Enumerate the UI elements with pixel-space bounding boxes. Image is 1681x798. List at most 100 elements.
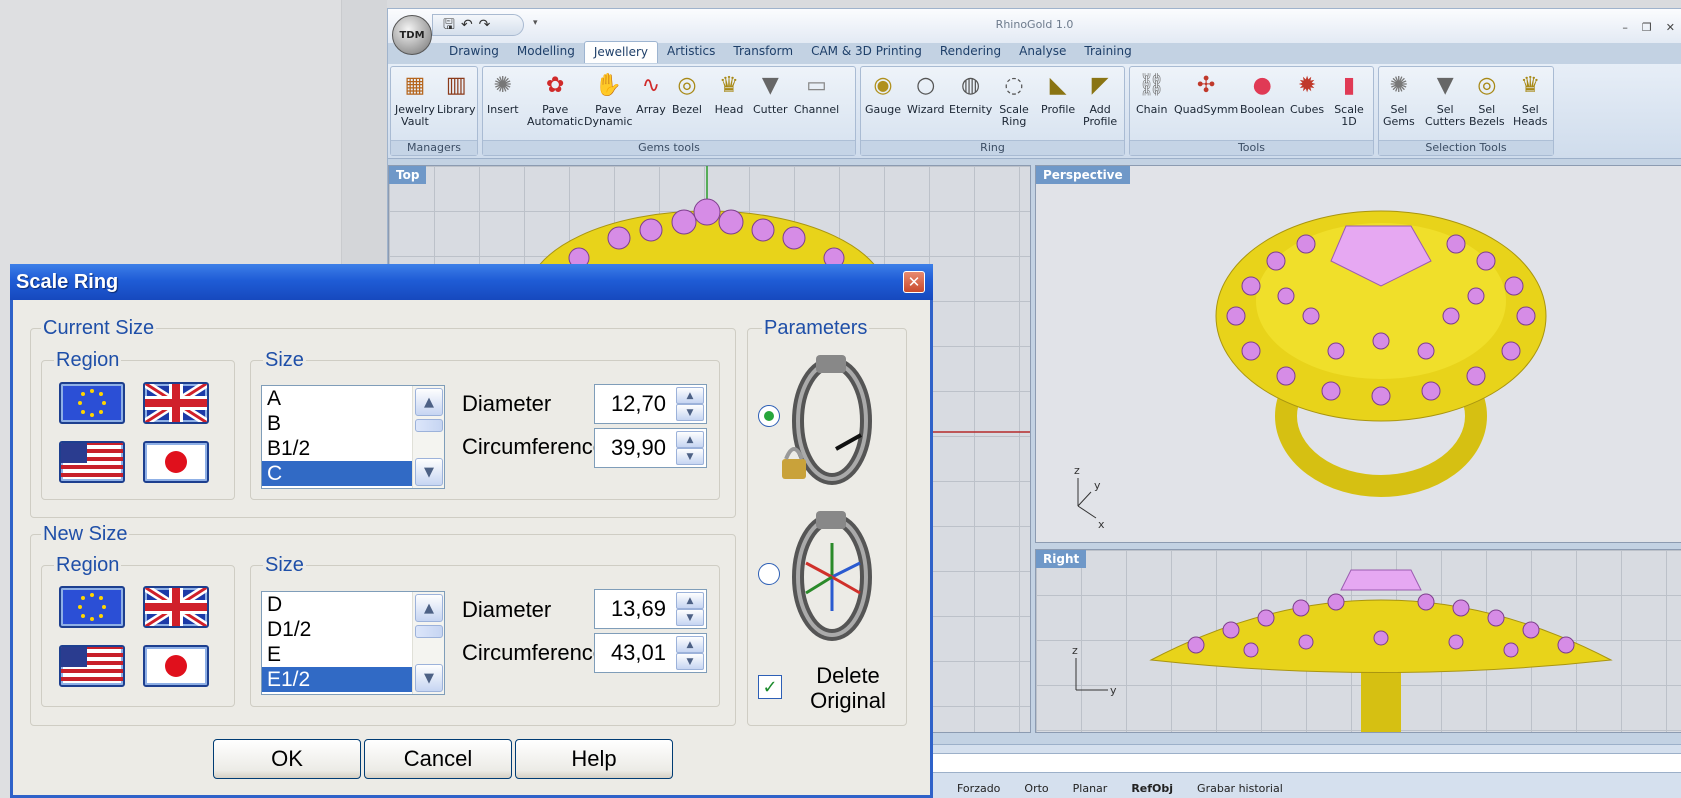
eu-flag-icon[interactable] [59, 382, 125, 424]
uk-flag-icon[interactable] [143, 586, 209, 628]
tab-artistics[interactable]: Artistics [658, 41, 724, 63]
sel-bezels-button[interactable]: ◎ Sel Bezels [1469, 71, 1505, 128]
list-item[interactable]: D1/2 [262, 617, 412, 642]
cutter-button[interactable]: ▼ Cutter [753, 71, 788, 116]
sel-gems-button[interactable]: ✺ Sel Gems [1383, 71, 1415, 128]
tab-training[interactable]: Training [1075, 41, 1140, 63]
tab-modelling[interactable]: Modelling [508, 41, 584, 63]
cutter-icon: ▼ [761, 73, 779, 98]
spin-up-icon[interactable]: ▲ [676, 592, 704, 609]
help-button[interactable]: Help [515, 739, 673, 779]
current-diameter-stepper[interactable]: ▲ ▼ [676, 387, 704, 421]
status-planar[interactable]: Planar [1061, 781, 1120, 796]
spin-up-icon[interactable]: ▲ [676, 431, 704, 448]
scroll-thumb[interactable] [415, 419, 443, 432]
eternity-button[interactable]: ◍ Eternity [949, 71, 992, 116]
new-diameter-field[interactable]: 13,69 ▲ ▼ [594, 589, 707, 629]
app-logo[interactable]: TDM [392, 15, 432, 55]
dialog-close-button[interactable]: ✕ [903, 271, 925, 293]
minimize-button[interactable]: – [1622, 21, 1628, 34]
spin-down-icon[interactable]: ▼ [676, 609, 704, 626]
delete-original-checkbox[interactable]: ✓ [758, 675, 782, 699]
tab-transform[interactable]: Transform [724, 41, 802, 63]
viewport-right[interactable]: z y Right [1035, 549, 1681, 733]
head-button[interactable]: ♛ Head [714, 71, 744, 116]
japan-flag-icon[interactable] [143, 441, 209, 483]
svg-text:x: x [1098, 518, 1105, 531]
library-button[interactable]: ▥ Library [437, 71, 475, 116]
new-circumference-field[interactable]: 43,01 ▲ ▼ [594, 633, 707, 673]
spin-down-icon[interactable]: ▼ [676, 404, 704, 421]
new-size-group: New Size Region Size D D1/2 E E1/2 ▲ ▼ D… [30, 523, 736, 726]
list-item[interactable]: A [262, 386, 412, 411]
cancel-button[interactable]: Cancel [364, 739, 512, 779]
tab-cam-3d-printing[interactable]: CAM & 3D Printing [802, 41, 931, 63]
profile-button[interactable]: ◣ Profile [1041, 71, 1075, 116]
chain-button[interactable]: ⛓ Chain [1136, 71, 1167, 116]
list-item-selected[interactable]: E1/2 [262, 667, 412, 692]
channel-button[interactable]: ▭ Channel [794, 71, 839, 116]
current-circumference-stepper[interactable]: ▲ ▼ [676, 431, 704, 465]
list-item[interactable]: B [262, 411, 412, 436]
scroll-thumb[interactable] [415, 625, 443, 638]
sel-gems-icon: ✺ [1389, 73, 1409, 98]
list-item[interactable]: E [262, 642, 412, 667]
us-flag-icon[interactable] [59, 441, 125, 483]
scroll-up-icon[interactable]: ▲ [415, 594, 443, 622]
current-circumference-field[interactable]: 39,90 ▲ ▼ [594, 428, 707, 468]
boolean-button[interactable]: ● Boolean [1240, 71, 1285, 116]
tab-analyse[interactable]: Analyse [1010, 41, 1075, 63]
japan-flag-icon[interactable] [143, 645, 209, 687]
new-circumference-stepper[interactable]: ▲ ▼ [676, 636, 704, 670]
list-item-selected[interactable]: C [262, 461, 412, 486]
new-size-list[interactable]: D D1/2 E E1/2 ▲ ▼ [261, 591, 445, 695]
list-item[interactable]: B1/2 [262, 436, 412, 461]
status-orto[interactable]: Orto [1012, 781, 1060, 796]
us-flag-icon[interactable] [59, 645, 125, 687]
scale-ring-button[interactable]: ◌ Scale Ring [999, 71, 1029, 128]
tab-rendering[interactable]: Rendering [931, 41, 1010, 63]
tab-jewellery[interactable]: Jewellery [583, 41, 659, 63]
gauge-button[interactable]: ◉ Gauge [865, 71, 901, 116]
spin-down-icon[interactable]: ▼ [676, 448, 704, 465]
scroll-down-icon[interactable]: ▼ [415, 458, 443, 486]
group-managers: ▦ Jewelry Vault ▥ Library Managers [390, 66, 478, 156]
dialog-title: Scale Ring [16, 271, 119, 293]
cubes-button[interactable]: ✹ Cubes [1290, 71, 1324, 116]
array-button[interactable]: ∿ Array [636, 71, 666, 116]
ok-button[interactable]: OK [213, 739, 361, 779]
pave-automatic-button[interactable]: ✿ Pave Automatic [527, 71, 583, 128]
new-region-legend: Region [54, 554, 122, 577]
wizard-button[interactable]: ○ Wizard [907, 71, 945, 116]
svg-text:z: z [1072, 644, 1078, 657]
spin-up-icon[interactable]: ▲ [676, 387, 704, 404]
list-scrollbar[interactable]: ▲ ▼ [412, 386, 444, 488]
current-diameter-field[interactable]: 12,70 ▲ ▼ [594, 384, 707, 424]
viewport-perspective[interactable]: z y x Perspective [1035, 165, 1681, 543]
add-profile-button[interactable]: ◤ Add Profile [1083, 71, 1117, 128]
bezel-button[interactable]: ◎ Bezel [672, 71, 702, 116]
scroll-down-icon[interactable]: ▼ [415, 664, 443, 692]
quadsymm-button[interactable]: ✣ QuadSymm [1174, 71, 1238, 116]
list-scrollbar[interactable]: ▲ ▼ [412, 592, 444, 694]
sel-cutters-button[interactable]: ▼ Sel Cutters [1425, 71, 1465, 128]
uk-flag-icon[interactable] [143, 382, 209, 424]
status-refobj[interactable]: RefObj [1119, 781, 1185, 796]
scale-1d-button[interactable]: ▮ Scale 1D [1334, 71, 1364, 128]
maximize-button[interactable]: ❐ [1642, 21, 1652, 34]
eu-flag-icon[interactable] [59, 586, 125, 628]
scroll-up-icon[interactable]: ▲ [415, 388, 443, 416]
status-forzado[interactable]: Forzado [945, 781, 1012, 796]
current-size-list[interactable]: A B B1/2 C ▲ ▼ [261, 385, 445, 489]
new-diameter-stepper[interactable]: ▲ ▼ [676, 592, 704, 626]
close-button[interactable]: ✕ [1666, 21, 1675, 34]
sel-heads-button[interactable]: ♛ Sel Heads [1513, 71, 1548, 128]
status-grabar-historial[interactable]: Grabar historial [1185, 781, 1295, 796]
spin-down-icon[interactable]: ▼ [676, 653, 704, 670]
list-item[interactable]: D [262, 592, 412, 617]
jewelry-vault-button[interactable]: ▦ Jewelry Vault [395, 71, 435, 128]
insert-button[interactable]: ✺ Insert [487, 71, 519, 116]
pave-dynamic-button[interactable]: ✋ Pave Dynamic [584, 71, 633, 128]
spin-up-icon[interactable]: ▲ [676, 636, 704, 653]
tab-drawing[interactable]: Drawing [440, 41, 508, 63]
